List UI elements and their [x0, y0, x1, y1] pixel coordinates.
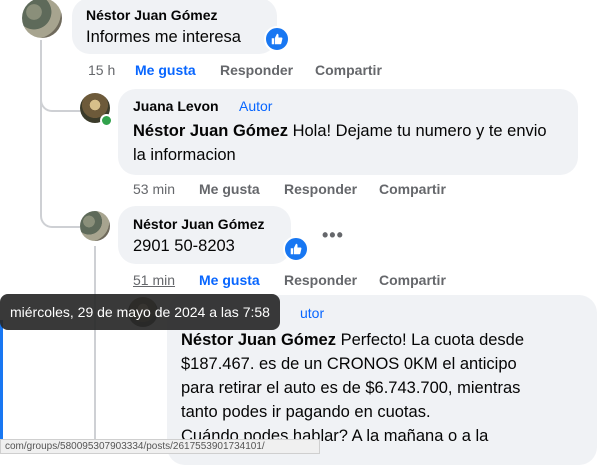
author-badge: Autor [239, 98, 273, 114]
comment-line: tanto podes ir pagando en cuotas. [181, 403, 431, 421]
thread-connector-reply-2 [40, 196, 80, 228]
comment-timestamp[interactable]: 51 min [133, 272, 175, 288]
comment-timestamp[interactable]: 15 h [88, 62, 115, 78]
thread-line-nested [94, 246, 96, 446]
online-status-dot [100, 114, 113, 127]
like-button[interactable]: Me gusta [135, 62, 196, 78]
avatar[interactable] [80, 211, 110, 241]
comment-author[interactable]: Néstor Juan Gómez [86, 7, 217, 23]
reply-button[interactable]: Responder [220, 62, 293, 78]
like-reaction-icon[interactable] [264, 26, 290, 52]
status-url-bar: com/groups/580095307903334/posts/2617553… [0, 439, 320, 454]
share-button[interactable]: Compartir [379, 272, 446, 288]
reply-button[interactable]: Responder [284, 272, 357, 288]
avatar[interactable] [22, 0, 62, 38]
comment-line: Perfecto! La cuota desde [340, 331, 525, 349]
author-badge: utor [300, 305, 325, 321]
comment-author[interactable]: Néstor Juan Gómez [133, 216, 264, 232]
like-reaction-icon[interactable] [283, 236, 309, 262]
reply-button[interactable]: Responder [284, 181, 357, 197]
selection-highlight-bar [0, 320, 3, 450]
comment-line: $187.467. es de un CRONOS 0KM el anticip… [181, 355, 517, 373]
share-button[interactable]: Compartir [379, 181, 446, 197]
comment-mention[interactable]: Néstor Juan Gómez [181, 331, 336, 349]
more-options-icon[interactable]: ••• [322, 225, 344, 246]
comment-mention[interactable]: Néstor Juan Gómez [133, 122, 288, 140]
like-button[interactable]: Me gusta [199, 181, 260, 197]
timestamp-tooltip: miércoles, 29 de mayo de 2024 a las 7:58 [0, 294, 280, 330]
comment-text: Néstor Juan Gómez Perfecto! La cuota des… [181, 328, 591, 448]
thread-line-main [40, 40, 42, 200]
share-button[interactable]: Compartir [315, 62, 382, 78]
comment-author[interactable]: Juana Levon [133, 98, 219, 114]
comment-text: Informes me interesa [86, 28, 241, 46]
comment-text: Néstor Juan Gómez Hola! Dejame tu numero… [133, 119, 563, 167]
comment-text: 2901 50-8203 [133, 237, 235, 255]
like-button[interactable]: Me gusta [199, 272, 260, 288]
thread-connector-reply-1 [40, 80, 80, 112]
comment-line: para retirar el auto es de $6.743.700, m… [181, 379, 521, 397]
comment-timestamp[interactable]: 53 min [133, 181, 175, 197]
